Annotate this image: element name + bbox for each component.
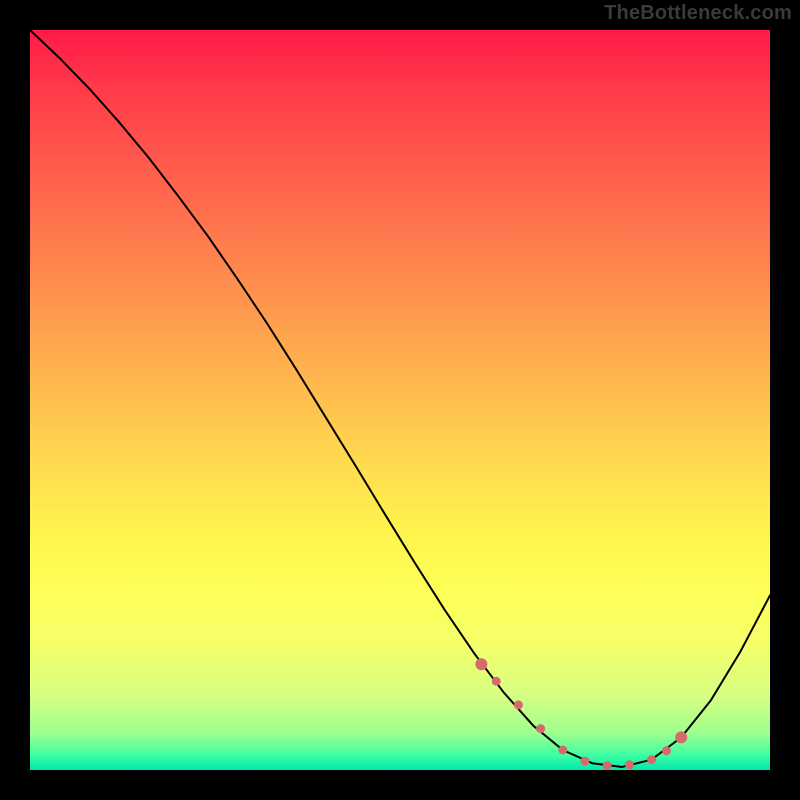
marker-point: [647, 755, 656, 764]
chart-svg: [30, 30, 770, 770]
marker-point: [625, 760, 634, 769]
marker-point: [475, 658, 487, 670]
marker-point: [536, 724, 545, 733]
marker-point: [581, 757, 590, 766]
marker-point: [558, 746, 567, 755]
marker-point: [662, 746, 671, 755]
plot-area: [30, 30, 770, 770]
marker-point: [514, 700, 523, 709]
chart-frame: TheBottleneck.com: [0, 0, 800, 800]
marker-group: [475, 658, 687, 770]
marker-point: [492, 677, 501, 686]
marker-point: [603, 761, 612, 770]
curve-line: [30, 30, 770, 767]
marker-point: [675, 731, 687, 743]
watermark-text: TheBottleneck.com: [604, 2, 792, 25]
